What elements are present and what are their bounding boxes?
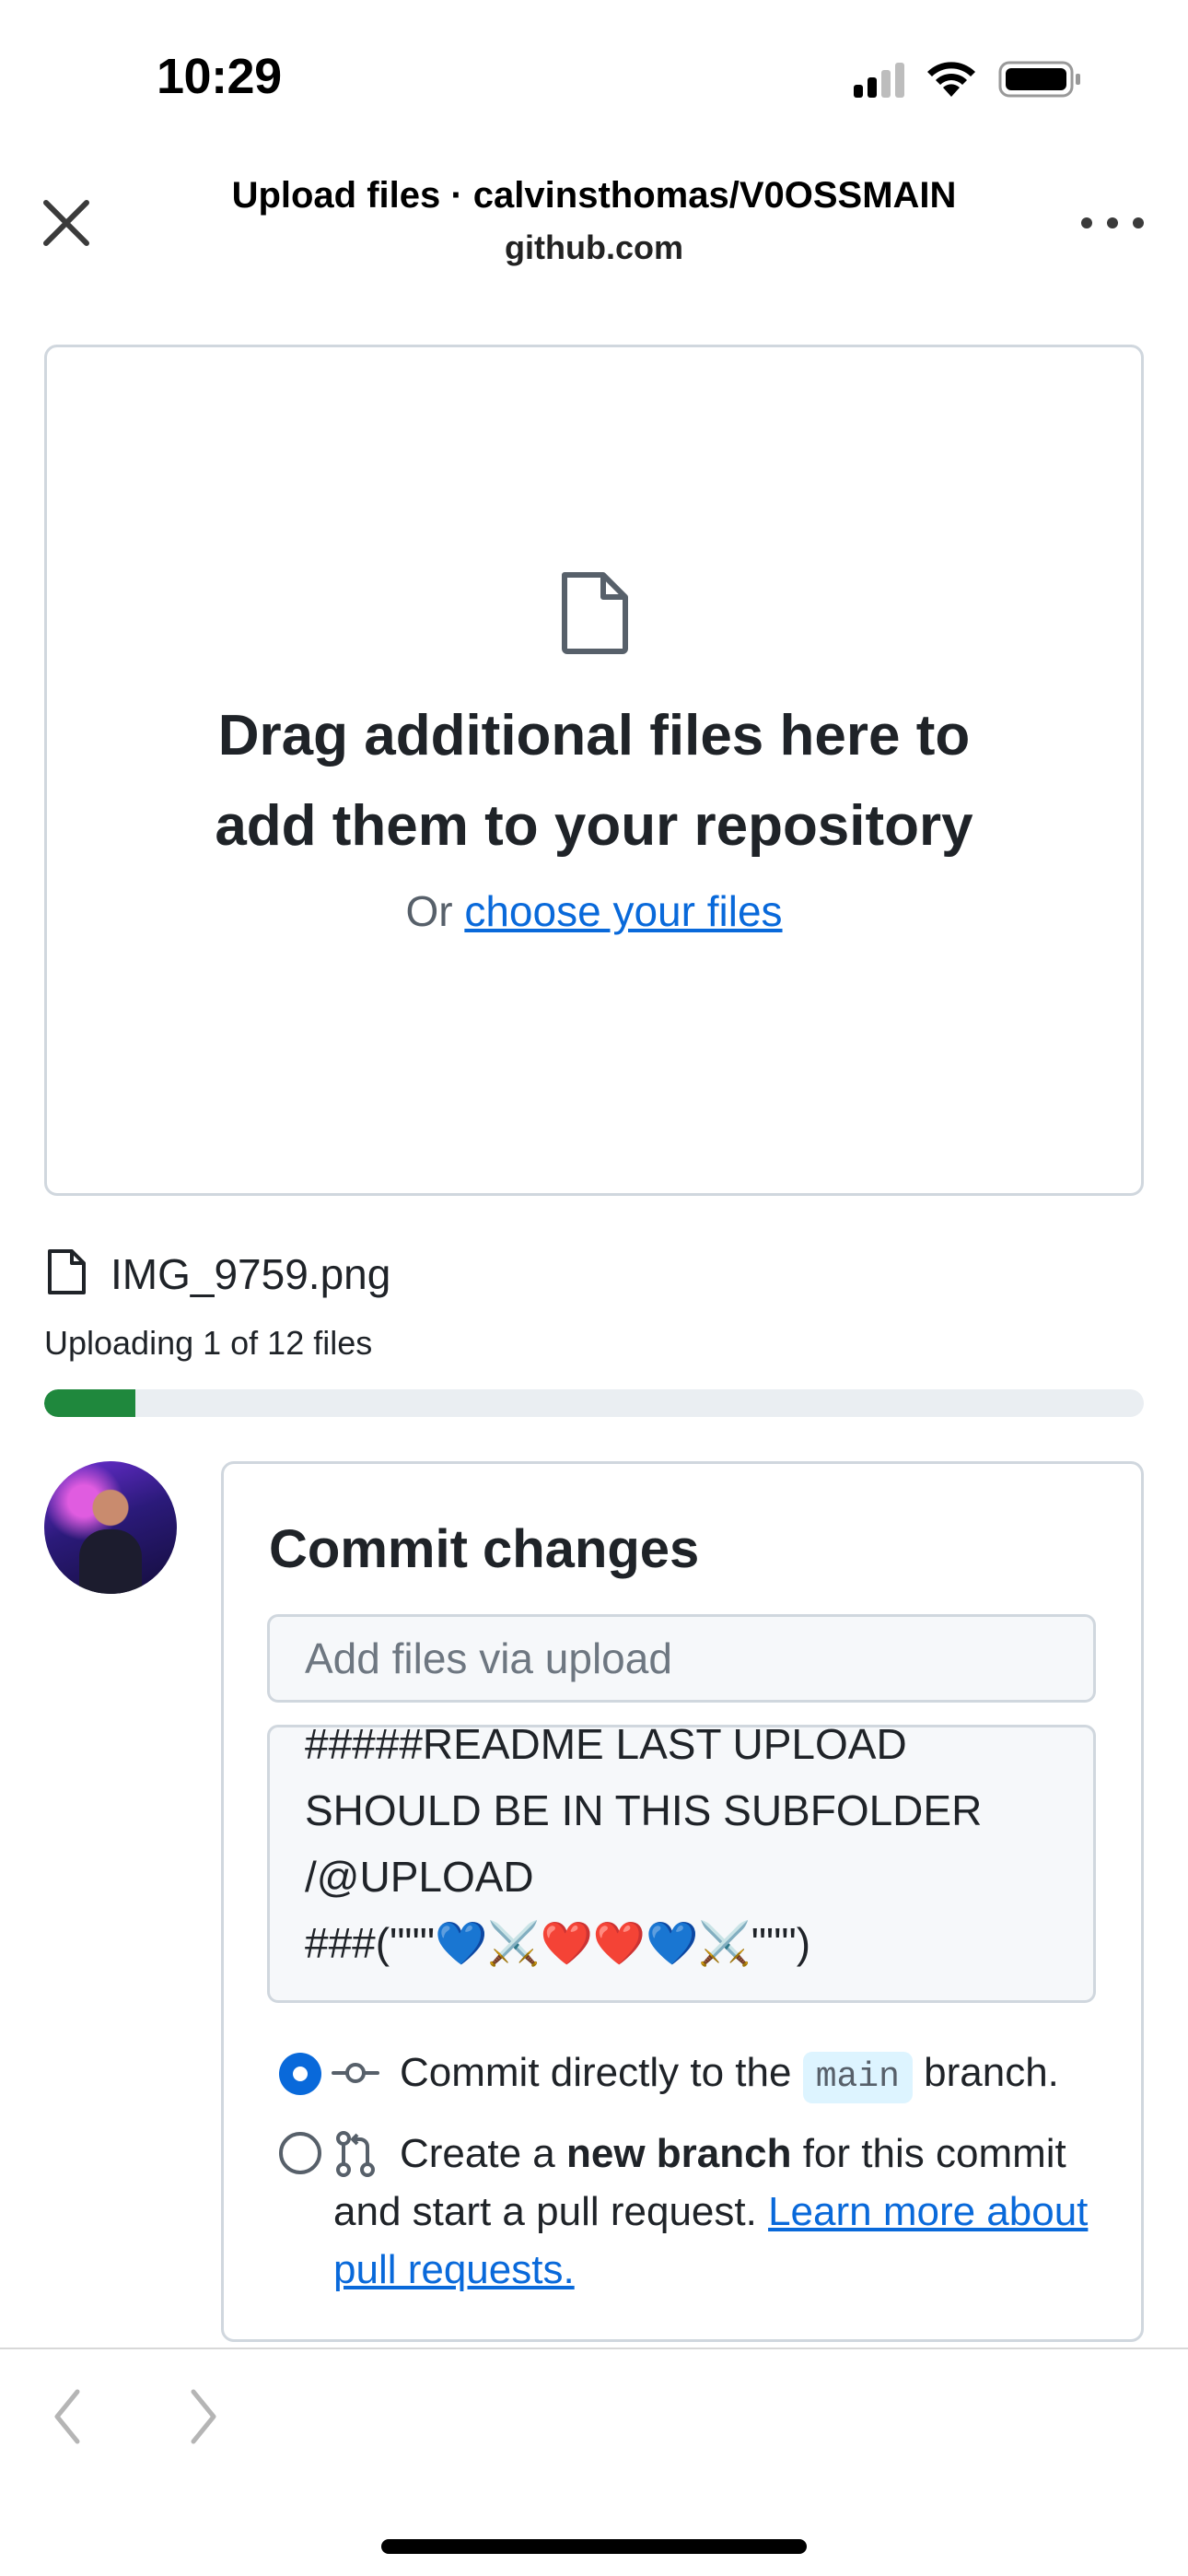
choose-files-link[interactable]: choose your files: [464, 887, 782, 935]
cellular-signal-icon: [854, 61, 904, 98]
file-icon: [562, 572, 628, 654]
new-branch-label: Create a new branch for this commit and …: [333, 2125, 1098, 2299]
new-branch-prefix: Create a: [400, 2131, 566, 2176]
commit-direct-label: Commit directly to the main branch.: [400, 2045, 1059, 2103]
upload-status-text: Uploading 1 of 12 files: [44, 1324, 373, 1362]
wifi-icon: [927, 62, 975, 97]
or-text: Or: [405, 887, 465, 935]
commit-direct-prefix: Commit directly to the: [400, 2050, 803, 2095]
status-time: 10:29: [157, 49, 282, 104]
page-title: Upload files · calvinsthomas/V0OSSMAIN: [231, 175, 957, 216]
uploading-file-name: IMG_9759.png: [111, 1250, 391, 1298]
upload-progress-fill: [44, 1389, 136, 1417]
dropzone-title: Drag additional files here to add them t…: [0, 691, 1188, 872]
back-chevron-icon[interactable]: [44, 2384, 90, 2449]
dropzone-title-line1: Drag additional files here to: [217, 704, 971, 767]
more-icon[interactable]: [1074, 203, 1151, 243]
battery-icon: [998, 61, 1080, 98]
commit-description-text: #####README LAST UPLOAD SHOULD BE IN THI…: [305, 1725, 983, 1967]
commit-direct-suffix: branch.: [912, 2050, 1059, 2095]
commit-description-textarea[interactable]: #####README LAST UPLOAD SHOULD BE IN THI…: [267, 1725, 1096, 2003]
git-commit-icon: [332, 2063, 379, 2083]
home-indicator: [381, 2539, 807, 2554]
dropzone-subtitle: Or choose your files: [0, 886, 1188, 936]
commit-summary-input[interactable]: [267, 1614, 1096, 1703]
page-domain: github.com: [505, 228, 683, 266]
file-icon: [48, 1249, 86, 1294]
new-branch-bold: new branch: [565, 2131, 792, 2176]
new-branch-radio[interactable]: [279, 2132, 321, 2174]
dropzone-title-line2: add them to your repository: [215, 794, 973, 858]
upload-progress-bar: [44, 1389, 1144, 1417]
commit-title: Commit changes: [269, 1519, 700, 1579]
status-icons: [854, 59, 1083, 100]
branch-name-chip: main: [802, 2052, 913, 2103]
commit-direct-radio[interactable]: [279, 2053, 321, 2095]
avatar: [44, 1461, 177, 1594]
forward-chevron-icon[interactable]: [181, 2384, 227, 2449]
